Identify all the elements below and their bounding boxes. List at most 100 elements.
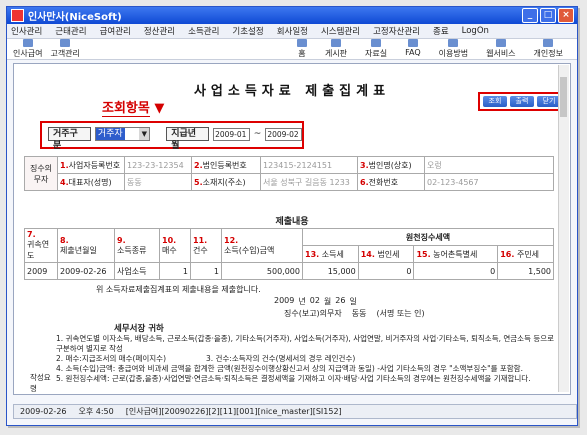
menu-item-exit[interactable]: 종료 xyxy=(433,25,449,37)
col-no: 13. xyxy=(305,249,320,259)
web-icon xyxy=(495,39,506,47)
col-header: 소득(수입)금액 xyxy=(224,245,275,255)
stmt-day: 26 xyxy=(335,296,346,305)
maximize-button[interactable]: □ xyxy=(540,8,556,23)
payer-section-label: 징수의무자 xyxy=(24,156,58,191)
search-criteria: 거주구분 거주자 ▼ 지급년월 2009-01 ~ 2009-02 xyxy=(40,121,304,151)
field-no: 2. xyxy=(194,160,203,170)
library-icon xyxy=(371,39,382,47)
sign-label: (서명 또는 인) xyxy=(376,309,425,318)
tool-label: 웹서비스 xyxy=(486,49,516,58)
tool-faq[interactable]: FAQ xyxy=(405,39,421,59)
col-no: 7. xyxy=(27,230,36,239)
search-button[interactable]: 조회 xyxy=(483,96,507,107)
form-content: 사업소득자료 제출집계표 조회항목 ▼ 조회 출력 닫기 거주구분 거주자 ▼ 지… xyxy=(13,63,571,395)
annotation-label: 조회항목 ▼ xyxy=(102,97,165,117)
menu-item-income[interactable]: 소득관리 xyxy=(188,25,219,37)
tool-label: 자료실 xyxy=(365,49,388,58)
cell-amount: 500,000 xyxy=(221,262,303,280)
down-arrow-icon: ▼ xyxy=(154,101,165,116)
field-label: 소재지(주소) xyxy=(202,177,246,187)
annotation-text: 조회항목 xyxy=(102,101,150,117)
cell-resident-tax: 1,500 xyxy=(497,262,554,280)
note-5: 5. 원천징수세액: 근로(갑종,을종)·사업연말·연금소득·퇴직소득은 결정세… xyxy=(56,374,531,383)
withholding-header: 원천징수세액 xyxy=(302,228,554,246)
date-to-input[interactable]: 2009-02 xyxy=(265,127,302,141)
minimize-button[interactable]: _ xyxy=(522,8,538,23)
status-info: [인사급여][20090226][2][11][001][nice_master… xyxy=(125,407,342,416)
field-label: 대표자(성명) xyxy=(68,177,112,187)
app-window: 인사만사(NiceSoft) _ □ × 인사관리 근태관리 급여관리 정산관리… xyxy=(6,6,578,426)
tool-personal[interactable]: 개인정보 xyxy=(534,39,563,59)
representative: 동동 xyxy=(124,173,192,191)
table-row[interactable]: 2009 2009-02-26 사업소득 1 1 500,000 15,000 … xyxy=(24,262,554,280)
note-3: 3. 건수:소득자의 건수(명세서의 경우 레인건수) xyxy=(206,354,356,363)
tool-home[interactable]: 홈 xyxy=(296,39,307,59)
corp-name: 오렁 xyxy=(424,156,554,174)
menu-item-settlement[interactable]: 정산관리 xyxy=(144,25,175,37)
col-header: 농어촌특별세 xyxy=(433,249,478,259)
tool-customer[interactable]: 고객관리 xyxy=(50,39,80,59)
submission-section-title: 제출내용 xyxy=(275,217,309,227)
vertical-scrollbar[interactable] xyxy=(558,65,569,392)
date-from-input[interactable]: 2009-01 xyxy=(213,127,250,141)
payroll-icon xyxy=(22,39,33,47)
residency-label: 거주구분 xyxy=(48,127,91,151)
note-4: 4. 소득(수입)금액: 총급여와 비과세 금액을 합계한 금액(원천징수이행상… xyxy=(56,364,523,373)
status-time: 오후 4:50 xyxy=(78,407,114,416)
statement-text: 위 소득자료제출집계표의 제출내용을 제출합니다. xyxy=(96,285,261,294)
tool-board[interactable]: 게시판 xyxy=(325,39,347,59)
col-header: 법인세 xyxy=(377,249,400,259)
menu-bar: 인사관리 근태관리 급여관리 정산관리 소득관리 기초설정 회사일정 시스템관리… xyxy=(7,24,577,39)
col-header: 소득종류 xyxy=(117,245,147,255)
tool-webservice[interactable]: 웹서비스 xyxy=(486,39,516,59)
scroll-thumb[interactable] xyxy=(560,77,567,117)
field-label: 법인등록번호 xyxy=(202,160,247,170)
menu-item-logon[interactable]: LogOn xyxy=(462,26,489,36)
field-no: 6. xyxy=(360,177,369,187)
stmt-month-unit: 월 xyxy=(323,297,332,306)
date-separator: ~ xyxy=(253,129,262,139)
col-header: 소득세 xyxy=(321,249,344,259)
tool-usage[interactable]: 이용방법 xyxy=(439,39,468,59)
title-bar: 인사만사(NiceSoft) _ □ × xyxy=(7,7,577,24)
tool-library[interactable]: 자료실 xyxy=(365,39,387,59)
menu-item-payroll[interactable]: 급여관리 xyxy=(100,25,131,37)
tax-office-label: 세무서장 귀하 xyxy=(114,324,164,334)
menu-item-fixed-assets[interactable]: 고정자산관리 xyxy=(373,25,420,37)
action-buttons: 조회 출력 닫기 xyxy=(478,92,566,111)
tool-label: FAQ xyxy=(405,48,421,57)
field-label: 전화번호 xyxy=(368,177,399,187)
field-no: 1. xyxy=(60,160,69,170)
menu-item-basic-settings[interactable]: 기초설정 xyxy=(232,25,263,37)
toolbar: 인사급여 고객관리 홈 게시판 자료실 FAQ 이용방법 웹서비스 개인정보 xyxy=(7,39,577,60)
cell-sheets: 1 xyxy=(159,262,191,280)
stmt-year: 2009 xyxy=(274,296,295,305)
col-no: 11. xyxy=(193,235,208,245)
tool-label: 인사급여 xyxy=(13,49,43,58)
menu-item-schedule[interactable]: 회사일정 xyxy=(277,25,308,37)
address: 서울 성북구 길음동 1233 xyxy=(260,173,358,191)
note-1: 1. 귀속연도별 이자소득, 배당소득, 근로소득(갑종·을종), 기타소득(거… xyxy=(56,334,555,353)
personal-icon xyxy=(543,39,554,47)
stmt-day-unit: 일 xyxy=(349,297,357,306)
print-button[interactable]: 출력 xyxy=(510,96,534,107)
field-no: 4. xyxy=(60,177,69,187)
tool-payroll[interactable]: 인사급여 xyxy=(13,39,42,59)
window-title: 인사만사(NiceSoft) xyxy=(28,12,122,23)
menu-item-attendance[interactable]: 근태관리 xyxy=(55,25,86,37)
menu-item-system[interactable]: 시스템관리 xyxy=(321,25,360,37)
cell-count: 1 xyxy=(190,262,222,280)
tool-label: 개인정보 xyxy=(533,49,563,58)
col-header: 매수 xyxy=(162,245,177,255)
cell-kind: 사업소득 xyxy=(114,262,160,280)
notes-box: 작성요령 1. 귀속연도별 이자소득, 배당소득, 근로소득(갑종·을종), 기… xyxy=(30,334,560,393)
cell-corp-tax: 0 xyxy=(357,262,415,280)
menu-item-personnel[interactable]: 인사관리 xyxy=(11,25,42,37)
residency-select[interactable]: 거주자 ▼ xyxy=(94,127,151,141)
payer-label: 징수(보고)의무자 xyxy=(284,309,342,318)
close-window-button[interactable]: × xyxy=(558,8,574,23)
chevron-down-icon[interactable]: ▼ xyxy=(139,128,150,140)
field-label: 법인명(상호) xyxy=(368,160,412,170)
statement-payer: 징수(보고)의무자 동동 (서명 또는 인) xyxy=(284,308,425,319)
